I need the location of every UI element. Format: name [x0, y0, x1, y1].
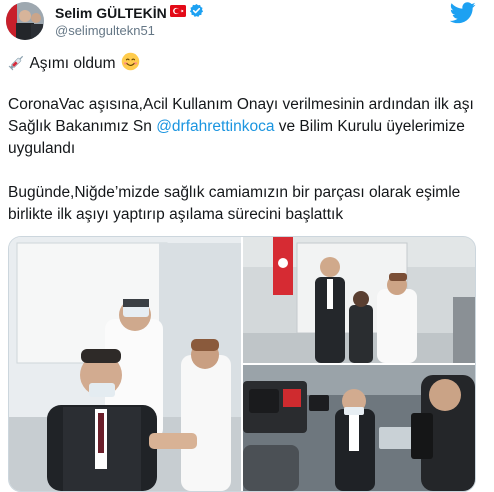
tweet-media-grid [8, 236, 476, 492]
verified-badge-icon [189, 3, 204, 23]
tweet-paragraph-3: Bugünde,Niğde’mizde sağlık camiamızın bi… [8, 184, 461, 223]
photo-press-bottom-right[interactable] [243, 365, 475, 491]
tweet-text-line1: Aşımı oldum [29, 55, 116, 72]
tweet-paragraph-2: CoronaVac aşısına,Acil Kullanım Onayı ve… [8, 94, 488, 160]
photo-vaccination-left[interactable] [9, 237, 241, 491]
flag-turkey-icon [169, 4, 186, 22]
mention-link[interactable]: @drfahrettinkoca [156, 118, 274, 135]
tweet-header: Selim GÜLTEKİN @selimgultekn51 [0, 0, 494, 44]
tweet-line-1: Aşımı oldum [8, 52, 488, 75]
photo-vaccination-top-right[interactable] [243, 237, 475, 363]
syringe-emoji-icon [8, 55, 29, 72]
smiling-face-emoji-icon [116, 52, 140, 72]
twitter-bird-icon[interactable] [450, 2, 476, 24]
author-handle[interactable]: @selimgultekn51 [55, 23, 155, 38]
author-name[interactable]: Selim GÜLTEKİN [55, 5, 167, 21]
avatar[interactable] [6, 2, 44, 40]
